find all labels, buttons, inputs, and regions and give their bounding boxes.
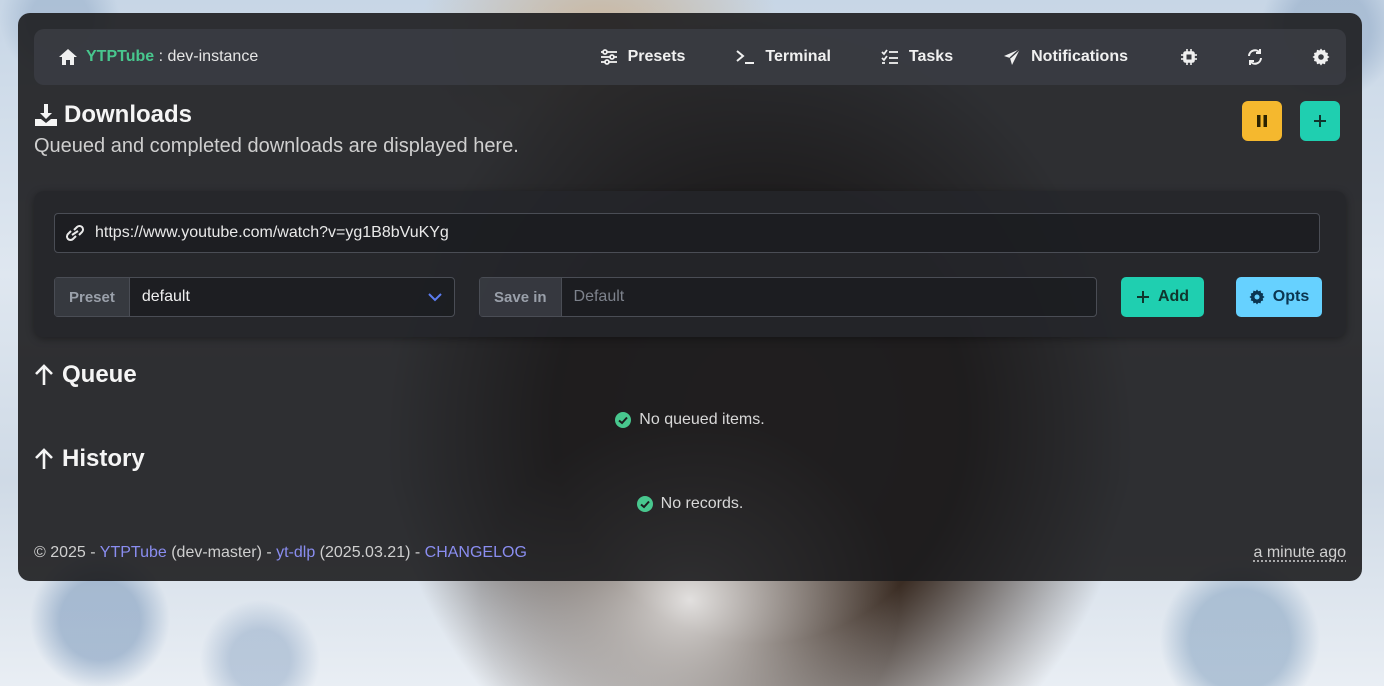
history-empty-message: No records. xyxy=(18,495,1362,513)
queue-title: Queue xyxy=(62,361,137,388)
gear-icon xyxy=(1312,48,1330,66)
history-title: History xyxy=(62,445,145,472)
history-empty-text: No records. xyxy=(660,495,744,512)
gear-icon xyxy=(1249,289,1265,305)
nav-terminal[interactable]: Terminal xyxy=(735,48,831,66)
save-in-input[interactable]: Default xyxy=(562,278,1096,316)
changelog-link[interactable]: CHANGELOG xyxy=(425,544,527,561)
copyright: © 2025 - xyxy=(34,544,100,561)
chevron-down-icon xyxy=(428,292,442,302)
instance-name: dev-instance xyxy=(167,48,259,65)
preset-label: Preset xyxy=(55,278,130,316)
page-header: Downloads Queued and completed downloads… xyxy=(34,101,1340,158)
plus-icon xyxy=(1136,290,1150,304)
sliders-icon xyxy=(600,49,618,65)
settings-button[interactable] xyxy=(1312,48,1330,66)
preset-select[interactable]: default xyxy=(130,278,454,316)
plus-icon xyxy=(1312,113,1328,129)
ytdlp-link[interactable]: yt-dlp xyxy=(276,544,315,561)
page-title-text: Downloads xyxy=(64,101,193,128)
download-form: https://www.youtube.com/watch?v=yg1B8bVu… xyxy=(34,191,1346,337)
page-subtitle: Queued and completed downloads are displ… xyxy=(34,135,519,157)
brand-name: YTPTube xyxy=(86,48,155,65)
page-title: Downloads xyxy=(34,101,1340,129)
navbar: YTPTube : dev-instance Presets Terminal … xyxy=(34,29,1346,85)
brand-separator: : xyxy=(154,48,168,65)
queue-toggle[interactable]: Queue xyxy=(34,361,137,389)
nav-terminal-label: Terminal xyxy=(765,48,831,65)
queue-empty-message: No queued items. xyxy=(18,411,1362,429)
pause-icon xyxy=(1256,114,1268,128)
nav-notifications[interactable]: Notifications xyxy=(1003,48,1128,66)
preset-value: default xyxy=(141,288,190,305)
paper-plane-icon xyxy=(1003,48,1021,66)
nav-presets-label: Presets xyxy=(627,48,686,65)
home-icon xyxy=(58,48,78,66)
nav-tasks[interactable]: Tasks xyxy=(881,48,953,66)
preset-select-group: Preset default xyxy=(54,277,455,317)
footer: © 2025 - YTPTube (dev-master) - yt-dlp (… xyxy=(34,544,1346,562)
link-icon xyxy=(65,224,85,242)
save-in-label: Save in xyxy=(480,278,562,316)
arrow-up-icon xyxy=(34,364,54,386)
main-panel: YTPTube : dev-instance Presets Terminal … xyxy=(18,13,1362,581)
nav-notifications-label: Notifications xyxy=(1031,48,1128,65)
download-icon xyxy=(34,103,58,127)
brand-link[interactable]: YTPTube : dev-instance xyxy=(58,48,550,66)
nav-tasks-label: Tasks xyxy=(908,48,954,65)
url-value: https://www.youtube.com/watch?v=yg1B8bVu… xyxy=(95,224,449,241)
refresh-icon xyxy=(1246,48,1264,66)
tasks-icon xyxy=(881,49,899,65)
queue-empty-text: No queued items. xyxy=(639,411,765,428)
app-version: (dev-master) - xyxy=(166,544,277,561)
cpu-button[interactable] xyxy=(1180,48,1198,66)
nav-presets[interactable]: Presets xyxy=(600,48,686,66)
arrow-up-icon xyxy=(34,448,54,470)
pause-button[interactable] xyxy=(1242,101,1282,141)
ytdlp-version: (2025.03.21) - xyxy=(315,544,425,561)
opts-button[interactable]: Opts xyxy=(1236,277,1322,317)
terminal-icon xyxy=(735,49,755,65)
app-link[interactable]: YTPTube xyxy=(100,544,167,561)
last-updated: a minute ago xyxy=(1253,544,1346,561)
cpu-icon xyxy=(1180,48,1198,66)
refresh-button[interactable] xyxy=(1246,48,1264,66)
save-in-group: Save in Default xyxy=(479,277,1097,317)
opts-button-label: Opts xyxy=(1272,288,1310,305)
add-button[interactable]: Add xyxy=(1121,277,1204,317)
add-button-label: Add xyxy=(1157,288,1190,305)
url-input[interactable]: https://www.youtube.com/watch?v=yg1B8bVu… xyxy=(54,213,1320,253)
footer-info: © 2025 - YTPTube (dev-master) - yt-dlp (… xyxy=(34,544,527,562)
check-circle-icon xyxy=(615,412,632,428)
history-toggle[interactable]: History xyxy=(34,445,145,473)
check-circle-icon xyxy=(636,496,653,512)
new-download-button[interactable] xyxy=(1300,101,1340,141)
